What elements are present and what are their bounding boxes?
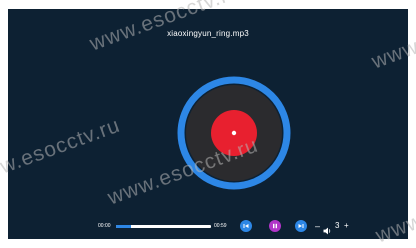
previous-track-button[interactable] (240, 220, 252, 232)
volume-down-button[interactable]: – (315, 221, 320, 231)
pause-icon (273, 223, 277, 229)
track-filename: xiaoxingyun_ring.mp3 (167, 29, 249, 38)
total-time: 00:59 (214, 223, 227, 229)
playback-controls: 00:00 00:59 – 3 + (8, 220, 408, 235)
progress-bar[interactable] (116, 225, 211, 228)
speaker-icon (323, 222, 332, 239)
progress-fill (116, 225, 132, 228)
volume-up-button[interactable]: + (344, 221, 349, 231)
volume-level: 3 (335, 221, 340, 230)
skip-previous-icon (243, 224, 249, 228)
disc-spindle (231, 130, 237, 136)
audio-player: xiaoxingyun_ring.mp3 00:00 00:59 – 3 + (8, 9, 408, 239)
next-track-button[interactable] (295, 220, 307, 232)
vinyl-disc (177, 76, 291, 190)
pause-button[interactable] (269, 220, 281, 232)
skip-next-icon (298, 224, 304, 228)
current-time: 00:00 (98, 223, 111, 229)
